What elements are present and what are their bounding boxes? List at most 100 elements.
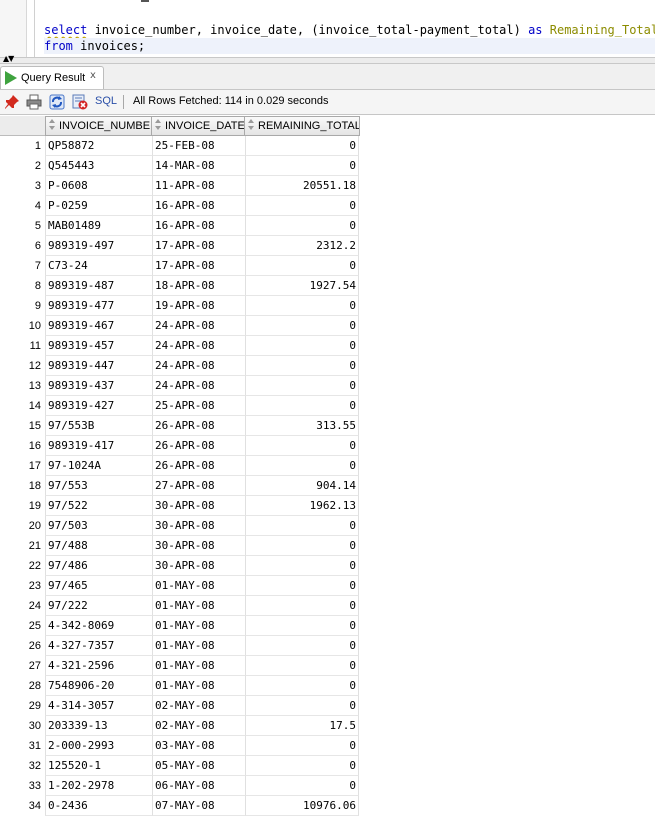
- remaining-total-cell[interactable]: 0: [245, 136, 359, 156]
- table-row[interactable]: 22 97/486 30-APR-08 0: [0, 556, 360, 576]
- invoice-date-cell[interactable]: 19-APR-08: [152, 296, 245, 316]
- invoice-number-cell[interactable]: 97-1024A: [45, 456, 152, 476]
- remaining-total-cell[interactable]: 2312.2: [245, 236, 359, 256]
- remaining-total-cell[interactable]: 0: [245, 216, 359, 236]
- invoice-date-cell[interactable]: 24-APR-08: [152, 376, 245, 396]
- invoice-number-cell[interactable]: 97/553: [45, 476, 152, 496]
- invoice-number-cell[interactable]: C73-24: [45, 256, 152, 276]
- table-row[interactable]: 4 P-0259 16-APR-08 0: [0, 196, 360, 216]
- remaining-total-cell[interactable]: 17.5: [245, 716, 359, 736]
- invoice-number-cell[interactable]: 989319-457: [45, 336, 152, 356]
- sql-editor[interactable]: select invoice_number, invoice_date, (in…: [0, 0, 655, 57]
- table-row[interactable]: 9 989319-477 19-APR-08 0: [0, 296, 360, 316]
- invoice-number-cell[interactable]: 989319-427: [45, 396, 152, 416]
- column-header-remaining-total[interactable]: REMAINING_TOTAL: [245, 116, 360, 136]
- invoice-number-cell[interactable]: QP58872: [45, 136, 152, 156]
- close-icon[interactable]: x: [90, 70, 96, 81]
- remaining-total-cell[interactable]: 1962.13: [245, 496, 359, 516]
- invoice-date-cell[interactable]: 30-APR-08: [152, 496, 245, 516]
- table-row[interactable]: 31 2-000-2993 03-MAY-08 0: [0, 736, 360, 756]
- table-row[interactable]: 27 4-321-2596 01-MAY-08 0: [0, 656, 360, 676]
- table-row[interactable]: 5 MAB01489 16-APR-08 0: [0, 216, 360, 236]
- invoice-number-cell[interactable]: 97/486: [45, 556, 152, 576]
- table-row[interactable]: 28 7548906-20 01-MAY-08 0: [0, 676, 360, 696]
- remaining-total-cell[interactable]: 0: [245, 536, 359, 556]
- invoice-date-cell[interactable]: 26-APR-08: [152, 436, 245, 456]
- tab-query-result[interactable]: Query Result x: [0, 66, 104, 89]
- table-row[interactable]: 34 0-2436 07-MAY-08 10976.06: [0, 796, 360, 816]
- invoice-number-cell[interactable]: 97/553B: [45, 416, 152, 436]
- table-row[interactable]: 33 1-202-2978 06-MAY-08 0: [0, 776, 360, 796]
- invoice-date-cell[interactable]: 26-APR-08: [152, 456, 245, 476]
- remaining-total-cell[interactable]: 0: [245, 736, 359, 756]
- invoice-date-cell[interactable]: 11-APR-08: [152, 176, 245, 196]
- invoice-number-cell[interactable]: 989319-497: [45, 236, 152, 256]
- invoice-number-cell[interactable]: P-0259: [45, 196, 152, 216]
- table-row[interactable]: 18 97/553 27-APR-08 904.14: [0, 476, 360, 496]
- invoice-number-cell[interactable]: 0-2436: [45, 796, 152, 816]
- invoice-number-cell[interactable]: 989319-437: [45, 376, 152, 396]
- remaining-total-cell[interactable]: 0: [245, 776, 359, 796]
- invoice-number-cell[interactable]: 203339-13: [45, 716, 152, 736]
- remaining-total-cell[interactable]: 0: [245, 676, 359, 696]
- remaining-total-cell[interactable]: 0: [245, 616, 359, 636]
- invoice-number-cell[interactable]: 4-314-3057: [45, 696, 152, 716]
- invoice-number-cell[interactable]: 989319-477: [45, 296, 152, 316]
- table-row[interactable]: 17 97-1024A 26-APR-08 0: [0, 456, 360, 476]
- invoice-date-cell[interactable]: 06-MAY-08: [152, 776, 245, 796]
- refresh-icon[interactable]: [49, 94, 65, 110]
- invoice-date-cell[interactable]: 01-MAY-08: [152, 596, 245, 616]
- invoice-number-cell[interactable]: 989319-467: [45, 316, 152, 336]
- invoice-date-cell[interactable]: 01-MAY-08: [152, 636, 245, 656]
- invoice-number-cell[interactable]: 989319-447: [45, 356, 152, 376]
- table-row[interactable]: 3 P-0608 11-APR-08 20551.18: [0, 176, 360, 196]
- invoice-date-cell[interactable]: 01-MAY-08: [152, 576, 245, 596]
- code-line-2[interactable]: from invoices;: [44, 38, 655, 54]
- sort-icon[interactable]: [49, 119, 56, 131]
- table-row[interactable]: 26 4-327-7357 01-MAY-08 0: [0, 636, 360, 656]
- invoice-number-cell[interactable]: P-0608: [45, 176, 152, 196]
- remaining-total-cell[interactable]: 0: [245, 636, 359, 656]
- code-line-1[interactable]: select invoice_number, invoice_date, (in…: [44, 22, 655, 38]
- invoice-date-cell[interactable]: 17-APR-08: [152, 236, 245, 256]
- remaining-total-cell[interactable]: 0: [245, 696, 359, 716]
- invoice-number-cell[interactable]: 4-327-7357: [45, 636, 152, 656]
- invoice-number-cell[interactable]: 1-202-2978: [45, 776, 152, 796]
- remaining-total-cell[interactable]: 0: [245, 656, 359, 676]
- remaining-total-cell[interactable]: 0: [245, 196, 359, 216]
- remaining-total-cell[interactable]: 10976.06: [245, 796, 359, 816]
- table-row[interactable]: 1 QP58872 25-FEB-08 0: [0, 136, 360, 156]
- invoice-number-cell[interactable]: 4-321-2596: [45, 656, 152, 676]
- table-row[interactable]: 10 989319-467 24-APR-08 0: [0, 316, 360, 336]
- table-row[interactable]: 2 Q545443 14-MAR-08 0: [0, 156, 360, 176]
- invoice-date-cell[interactable]: 30-APR-08: [152, 536, 245, 556]
- panel-splitter[interactable]: ▲▼: [0, 55, 655, 64]
- invoice-number-cell[interactable]: 97/503: [45, 516, 152, 536]
- remaining-total-cell[interactable]: 0: [245, 576, 359, 596]
- invoice-number-cell[interactable]: 97/222: [45, 596, 152, 616]
- invoice-number-cell[interactable]: Q545443: [45, 156, 152, 176]
- invoice-date-cell[interactable]: 16-APR-08: [152, 216, 245, 236]
- remaining-total-cell[interactable]: 0: [245, 456, 359, 476]
- remaining-total-cell[interactable]: 0: [245, 336, 359, 356]
- invoice-number-cell[interactable]: 989319-417: [45, 436, 152, 456]
- table-row[interactable]: 29 4-314-3057 02-MAY-08 0: [0, 696, 360, 716]
- table-row[interactable]: 8 989319-487 18-APR-08 1927.54: [0, 276, 360, 296]
- invoice-number-cell[interactable]: 97/522: [45, 496, 152, 516]
- remaining-total-cell[interactable]: 0: [245, 316, 359, 336]
- table-row[interactable]: 19 97/522 30-APR-08 1962.13: [0, 496, 360, 516]
- invoice-number-cell[interactable]: 97/488: [45, 536, 152, 556]
- invoice-number-cell[interactable]: 125520-1: [45, 756, 152, 776]
- sql-button[interactable]: SQL: [95, 95, 117, 107]
- remaining-total-cell[interactable]: 904.14: [245, 476, 359, 496]
- table-row[interactable]: 20 97/503 30-APR-08 0: [0, 516, 360, 536]
- remaining-total-cell[interactable]: 0: [245, 356, 359, 376]
- table-row[interactable]: 7 C73-24 17-APR-08 0: [0, 256, 360, 276]
- table-row[interactable]: 14 989319-427 25-APR-08 0: [0, 396, 360, 416]
- remaining-total-cell[interactable]: 0: [245, 156, 359, 176]
- remaining-total-cell[interactable]: 20551.18: [245, 176, 359, 196]
- table-row[interactable]: 32 125520-1 05-MAY-08 0: [0, 756, 360, 776]
- print-icon[interactable]: [26, 94, 42, 110]
- invoice-number-cell[interactable]: MAB01489: [45, 216, 152, 236]
- table-row[interactable]: 15 97/553B 26-APR-08 313.55: [0, 416, 360, 436]
